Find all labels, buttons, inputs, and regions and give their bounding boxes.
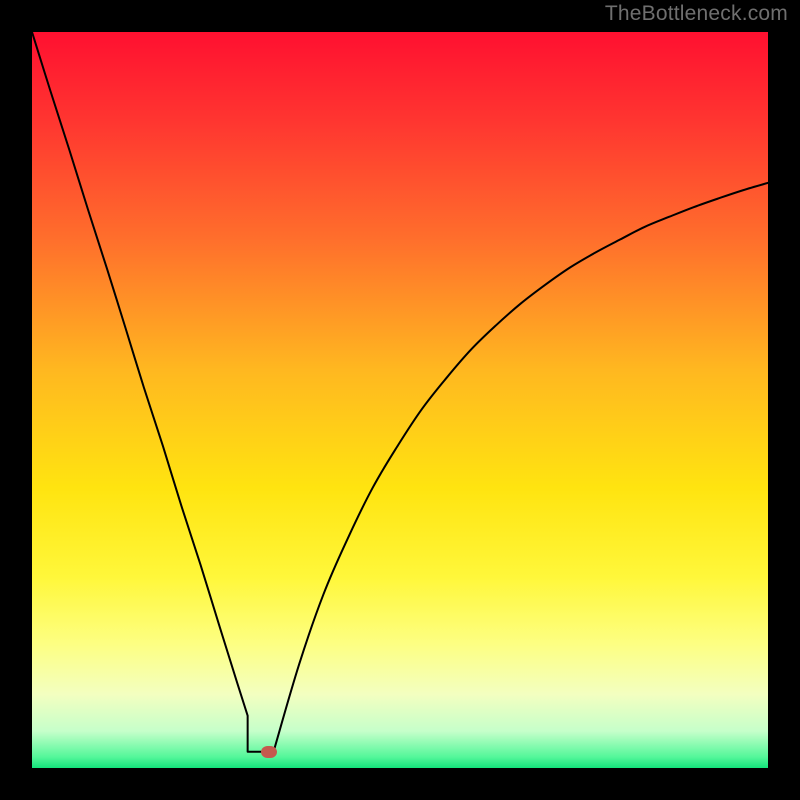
chart-frame: TheBottleneck.com	[0, 0, 800, 800]
trough-marker	[261, 746, 277, 758]
watermark-text: TheBottleneck.com	[605, 2, 788, 26]
curve-svg	[32, 32, 768, 768]
bottleneck-curve	[32, 32, 768, 752]
plot-area	[32, 32, 768, 768]
